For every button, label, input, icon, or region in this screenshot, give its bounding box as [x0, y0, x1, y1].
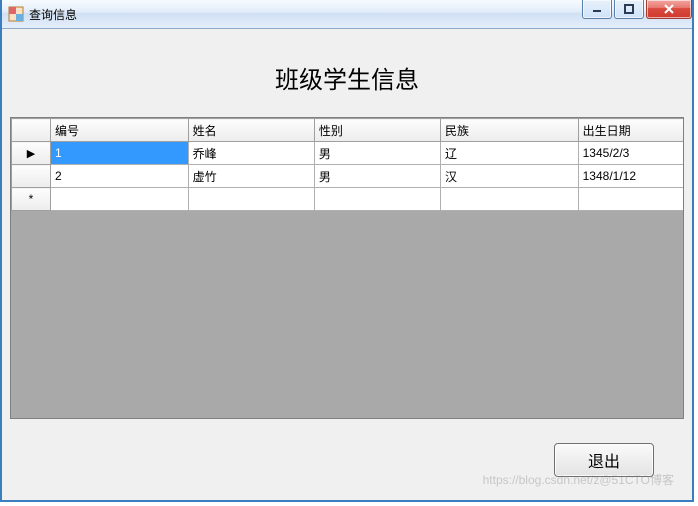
minimize-icon — [592, 4, 602, 14]
table-new-row[interactable]: * — [12, 188, 684, 211]
cell[interactable]: 乔峰 — [188, 142, 314, 165]
cell[interactable]: 汉 — [440, 165, 578, 188]
rowheader-corner[interactable] — [12, 119, 51, 142]
app-icon — [8, 6, 24, 22]
table-row[interactable]: ▶ 1 乔峰 男 辽 1345/2/3 411522134 — [12, 142, 684, 165]
page-title: 班级学生信息 — [10, 60, 684, 95]
new-row-icon: * — [29, 192, 34, 206]
cell[interactable]: 2 — [51, 165, 189, 188]
titlebar[interactable]: 查询信息 — [2, 0, 692, 29]
column-header-row: 编号 姓名 性别 民族 出生日期 身份证号 — [12, 119, 684, 142]
cell[interactable]: 1 — [51, 142, 189, 165]
cell[interactable]: 1345/2/3 — [578, 142, 683, 165]
cell[interactable] — [314, 188, 440, 211]
cell[interactable] — [440, 188, 578, 211]
minimize-button[interactable] — [582, 0, 612, 19]
table-row[interactable]: 2 虚竹 男 汉 1348/1/12 411522134 — [12, 165, 684, 188]
window-controls — [580, 0, 692, 20]
column-header[interactable]: 出生日期 — [578, 119, 683, 142]
window-frame: 查询信息 班级学生信息 — [0, 0, 694, 502]
close-button[interactable] — [646, 0, 692, 19]
cell[interactable] — [578, 188, 683, 211]
row-header[interactable] — [12, 165, 51, 188]
cell[interactable] — [188, 188, 314, 211]
cell[interactable]: 男 — [314, 142, 440, 165]
maximize-button[interactable] — [614, 0, 644, 19]
close-icon — [663, 4, 675, 14]
row-header[interactable]: ▶ — [12, 142, 51, 165]
row-header-new[interactable]: * — [12, 188, 51, 211]
exit-button[interactable]: 退出 — [554, 443, 654, 477]
column-header[interactable]: 姓名 — [188, 119, 314, 142]
column-header[interactable]: 民族 — [440, 119, 578, 142]
button-bar: 退出 — [10, 443, 684, 477]
maximize-icon — [624, 4, 634, 14]
data-grid-table: 编号 姓名 性别 民族 出生日期 身份证号 ▶ 1 乔峰 — [11, 118, 683, 211]
cell[interactable]: 男 — [314, 165, 440, 188]
data-grid[interactable]: 编号 姓名 性别 民族 出生日期 身份证号 ▶ 1 乔峰 — [10, 117, 684, 419]
cell[interactable]: 虚竹 — [188, 165, 314, 188]
cell[interactable]: 辽 — [440, 142, 578, 165]
data-grid-scroll[interactable]: 编号 姓名 性别 民族 出生日期 身份证号 ▶ 1 乔峰 — [11, 118, 683, 418]
client-area: 班级学生信息 编号 姓名 性别 民族 出生日期 — [10, 36, 684, 492]
window-title: 查询信息 — [29, 6, 77, 23]
column-header[interactable]: 性别 — [314, 119, 440, 142]
cell[interactable] — [51, 188, 189, 211]
column-header[interactable]: 编号 — [51, 119, 189, 142]
row-pointer-icon: ▶ — [27, 148, 35, 160]
cell[interactable]: 1348/1/12 — [578, 165, 683, 188]
